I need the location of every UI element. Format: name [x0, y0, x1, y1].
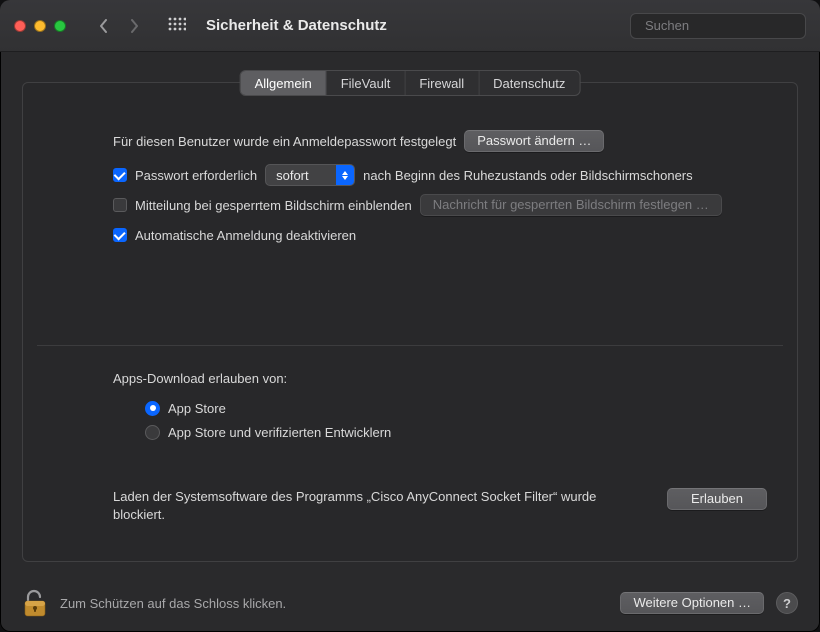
- set-lock-message-button: Nachricht für gesperrten Bildschirm fest…: [420, 194, 722, 216]
- window-controls: [14, 20, 66, 32]
- chevron-right-icon: [128, 19, 140, 33]
- tab-privacy[interactable]: Datenschutz: [479, 71, 579, 95]
- show-all-button[interactable]: [166, 15, 188, 37]
- back-button[interactable]: [90, 14, 118, 38]
- page-title: Sicherheit & Datenschutz: [206, 17, 387, 34]
- disable-autologin-label: Automatische Anmeldung deaktivieren: [135, 228, 356, 243]
- help-button[interactable]: ?: [776, 592, 798, 614]
- allow-appstore-and-dev-radio[interactable]: [145, 425, 160, 440]
- app-download-heading: Apps-Download erlauben von:: [113, 371, 287, 386]
- zoom-window-button[interactable]: [54, 20, 66, 32]
- app-download-section: Apps-Download erlauben von: App Store Ap…: [23, 364, 797, 444]
- settings-panel: Allgemein FileVault Firewall Datenschutz…: [22, 82, 798, 562]
- section-divider: [37, 345, 783, 346]
- tab-bar: Allgemein FileVault Firewall Datenschutz: [240, 70, 581, 96]
- lock-message-checkbox[interactable]: [113, 198, 127, 212]
- titlebar: Sicherheit & Datenschutz: [0, 0, 820, 52]
- advanced-options-button[interactable]: Weitere Optionen …: [620, 592, 764, 614]
- lock-message-label: Mitteilung bei gesperrtem Bildschirm ein…: [135, 198, 412, 213]
- blocked-software-message: Laden der Systemsoftware des Programms „…: [113, 488, 643, 523]
- require-password-checkbox[interactable]: [113, 168, 127, 182]
- require-password-delay-value: sofort: [266, 168, 336, 183]
- lock-open-icon: [22, 588, 48, 618]
- search-field[interactable]: [630, 13, 806, 39]
- chevron-left-icon: [98, 19, 110, 33]
- grid-icon: [168, 17, 186, 35]
- allow-appstore-and-dev-label: App Store und verifizierten Entwicklern: [168, 425, 391, 440]
- change-password-button[interactable]: Passwort ändern …: [464, 130, 604, 152]
- lock-button[interactable]: [22, 588, 48, 618]
- search-input[interactable]: [645, 18, 820, 33]
- forward-button[interactable]: [120, 14, 148, 38]
- lock-hint-text: Zum Schützen auf das Schloss klicken.: [60, 596, 286, 611]
- allow-appstore-radio[interactable]: [145, 401, 160, 416]
- require-password-delay-select[interactable]: sofort: [265, 164, 355, 186]
- password-set-label: Für diesen Benutzer wurde ein Anmeldepas…: [113, 134, 456, 149]
- select-arrows-icon: [336, 165, 354, 185]
- tab-general[interactable]: Allgemein: [241, 71, 327, 95]
- tab-filevault[interactable]: FileVault: [327, 71, 406, 95]
- require-password-after-label: nach Beginn des Ruhezustands oder Bildsc…: [363, 168, 693, 183]
- login-password-section: Für diesen Benutzer wurde ein Anmeldepas…: [23, 119, 797, 249]
- allow-appstore-label: App Store: [168, 401, 226, 416]
- tab-firewall[interactable]: Firewall: [405, 71, 479, 95]
- preferences-window: Sicherheit & Datenschutz Allgemein FileV…: [0, 0, 820, 632]
- allow-blocked-button[interactable]: Erlauben: [667, 488, 767, 510]
- blocked-software-section: Laden der Systemsoftware des Programms „…: [23, 488, 797, 523]
- minimize-window-button[interactable]: [34, 20, 46, 32]
- nav-buttons: [90, 14, 148, 38]
- disable-autologin-checkbox[interactable]: [113, 228, 127, 242]
- footer: Zum Schützen auf das Schloss klicken. We…: [0, 574, 820, 632]
- require-password-label: Passwort erforderlich: [135, 168, 257, 183]
- close-window-button[interactable]: [14, 20, 26, 32]
